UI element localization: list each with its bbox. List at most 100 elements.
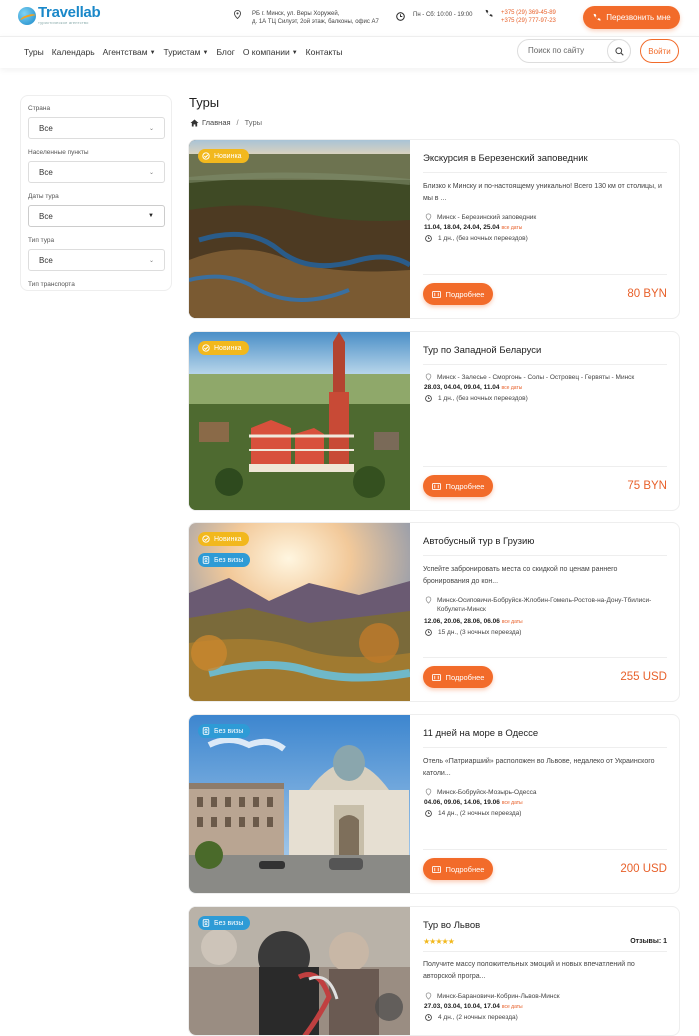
tour-description: Успейте забронировать места со скидкой п… xyxy=(423,566,618,585)
map-pin-icon xyxy=(425,992,432,1000)
nav-item-tourists[interactable]: Туристам ▼ xyxy=(164,47,209,57)
divider xyxy=(423,849,667,850)
clock-icon xyxy=(425,1014,432,1021)
search-button[interactable] xyxy=(607,39,631,63)
details-button[interactable]: Подробнее xyxy=(423,666,493,688)
login-button[interactable]: Войти xyxy=(640,39,679,63)
tour-dates: 27.03, 03.04, 10.04, 17.04 все даты xyxy=(424,1003,523,1010)
passport-icon xyxy=(202,919,210,927)
nav-item-calendar[interactable]: Календарь xyxy=(52,47,95,57)
nav-item-contacts[interactable]: Контакты xyxy=(306,47,343,57)
tour-type-select[interactable]: Все ⌄ xyxy=(28,249,165,271)
logo[interactable]: Travellab туристическое агентство xyxy=(18,4,101,25)
ticket-icon xyxy=(431,482,441,490)
address-line-1: РБ г. Минск, ул. Веры Хоружей, xyxy=(252,11,340,17)
filter-tour-type: Тип тура Все ⌄ xyxy=(28,237,165,271)
tour-route: Минск - Березинский заповедник xyxy=(425,213,665,222)
tour-title[interactable]: Тур во Львов xyxy=(423,920,480,931)
chevron-down-icon: ⌄ xyxy=(148,125,154,132)
nav-item-blog[interactable]: Блог xyxy=(216,47,234,57)
divider xyxy=(423,364,667,365)
address-line-2: д. 1А ТЦ Силуэт, 2ой этаж, балконы, офис… xyxy=(252,19,379,25)
map-pin-icon xyxy=(425,373,432,381)
tour-price: 80 BYN xyxy=(627,288,667,300)
rating-stars: ★★★★★ xyxy=(423,937,455,946)
all-dates-link[interactable]: все даты xyxy=(502,385,523,391)
clock-icon xyxy=(425,395,432,402)
logo-name: Travellab xyxy=(38,4,101,21)
all-dates-link[interactable]: все даты xyxy=(502,225,523,231)
chevron-down-icon: ⌄ xyxy=(148,257,154,264)
callback-button[interactable]: Перезвонить мне xyxy=(583,6,680,29)
locality-select[interactable]: Все ⌄ xyxy=(28,161,165,183)
tour-image[interactable]: Новинка Без визы xyxy=(189,523,410,701)
badge-new: Новинка xyxy=(198,341,249,355)
phone-2[interactable]: +375 (29) 777-97-23 xyxy=(501,17,556,25)
nav-menu: Туры Календарь Агентствам ▼ Туристам ▼ Бло… xyxy=(24,47,350,57)
tour-price: 200 USD xyxy=(620,863,667,875)
tour-route: Минск-Бобруйск-Мозырь-Одесса xyxy=(425,788,665,797)
all-dates-link[interactable]: все даты xyxy=(502,800,523,806)
tour-route: Минск - Залесье - Сморгонь - Солы - Остр… xyxy=(425,373,665,382)
phone-icon xyxy=(593,13,601,21)
tour-image[interactable]: Новинка xyxy=(189,140,410,318)
clock-icon xyxy=(425,810,432,817)
tour-card[interactable]: Без визы Тур во Львов ★★★★★ Отзывы: 1 По… xyxy=(188,906,680,1036)
tour-title[interactable]: 11 дней на море в Одессе xyxy=(423,728,538,739)
caret-down-icon: ▼ xyxy=(202,50,209,56)
tour-dates: 04.06, 09.06, 14.06, 19.06 все даты xyxy=(424,799,523,806)
tour-dates: 11.04, 18.04, 24.04, 25.04 все даты xyxy=(424,224,523,231)
search-input[interactable] xyxy=(528,46,608,55)
filter-label: Населенные пункты xyxy=(28,149,89,156)
details-button[interactable]: Подробнее xyxy=(423,283,493,305)
tour-card[interactable]: Без визы 11 дней на море в Одессе Отель … xyxy=(188,714,680,894)
passport-icon xyxy=(202,556,210,564)
tour-image[interactable]: Без визы xyxy=(189,907,410,1035)
details-button[interactable]: Подробнее xyxy=(423,858,493,880)
tour-duration: 4 дн., (2 ночных переезда) xyxy=(425,1014,518,1021)
clock-icon xyxy=(425,629,432,636)
nav-item-about[interactable]: О компании ▼ xyxy=(243,47,298,57)
tour-image[interactable]: Новинка xyxy=(189,332,410,510)
home-icon xyxy=(190,118,199,127)
search-box xyxy=(517,39,631,63)
all-dates-link[interactable]: все даты xyxy=(502,619,523,625)
tour-title[interactable]: Экскурсия в Березенский заповедник xyxy=(423,153,588,164)
all-dates-link[interactable]: все даты xyxy=(502,1004,523,1010)
filter-country: Страна Все ⌄ xyxy=(28,105,165,139)
tour-card[interactable]: Новинка Без визы Автобусный тур в Грузию… xyxy=(188,522,680,702)
tour-description: Получите массу положительных эмоций и но… xyxy=(423,961,635,980)
tour-card[interactable]: Новинка Тур по Западной Беларуси Минск -… xyxy=(188,331,680,511)
divider xyxy=(423,555,667,556)
clock-icon xyxy=(425,235,432,242)
country-select[interactable]: Все ⌄ xyxy=(28,117,165,139)
filter-label: Тип транспорта xyxy=(28,281,75,288)
dates-select[interactable]: Все ▼ xyxy=(28,205,165,227)
ticket-icon xyxy=(431,290,441,298)
map-pin-icon xyxy=(425,788,432,796)
divider xyxy=(423,951,667,952)
tour-card[interactable]: Новинка Экскурсия в Березенский заповедн… xyxy=(188,139,680,319)
tour-image[interactable]: Без визы xyxy=(189,715,410,893)
tour-title[interactable]: Тур по Западной Беларуси xyxy=(423,345,541,356)
search-icon xyxy=(614,46,624,56)
chevron-down-icon: ⌄ xyxy=(148,169,154,176)
phones-block: +375 (29) 369-45-89 +375 (29) 777-97-23 xyxy=(484,9,556,25)
tour-description: Отель «Патриарший» расположен во Львове,… xyxy=(423,758,655,777)
tour-title[interactable]: Автобусный тур в Грузию xyxy=(423,536,534,547)
breadcrumb-separator: / xyxy=(236,118,239,127)
breadcrumb-home[interactable]: Главная xyxy=(202,118,231,127)
tour-price: 255 USD xyxy=(620,671,667,683)
reviews-count[interactable]: Отзывы: 1 xyxy=(630,938,667,945)
nav-item-agencies[interactable]: Агентствам ▼ xyxy=(103,47,156,57)
badge-check-icon xyxy=(202,344,210,352)
phone-1[interactable]: +375 (29) 369-45-89 xyxy=(501,9,556,17)
details-button[interactable]: Подробнее xyxy=(423,475,493,497)
tour-description: Близко к Минску и по-настоящему уникальн… xyxy=(423,183,662,202)
tour-route: Минск-Осиповичи-Бобруйск-Жлобин-Гомель-Р… xyxy=(425,596,665,614)
nav-item-tours[interactable]: Туры xyxy=(24,47,44,57)
tour-price: 75 BYN xyxy=(627,480,667,492)
tour-filters: Страна Все ⌄ Населенные пункты Все ⌄ Даты … xyxy=(20,95,172,291)
filter-label: Даты тура xyxy=(28,193,59,200)
badge-no-visa: Без визы xyxy=(198,553,251,567)
